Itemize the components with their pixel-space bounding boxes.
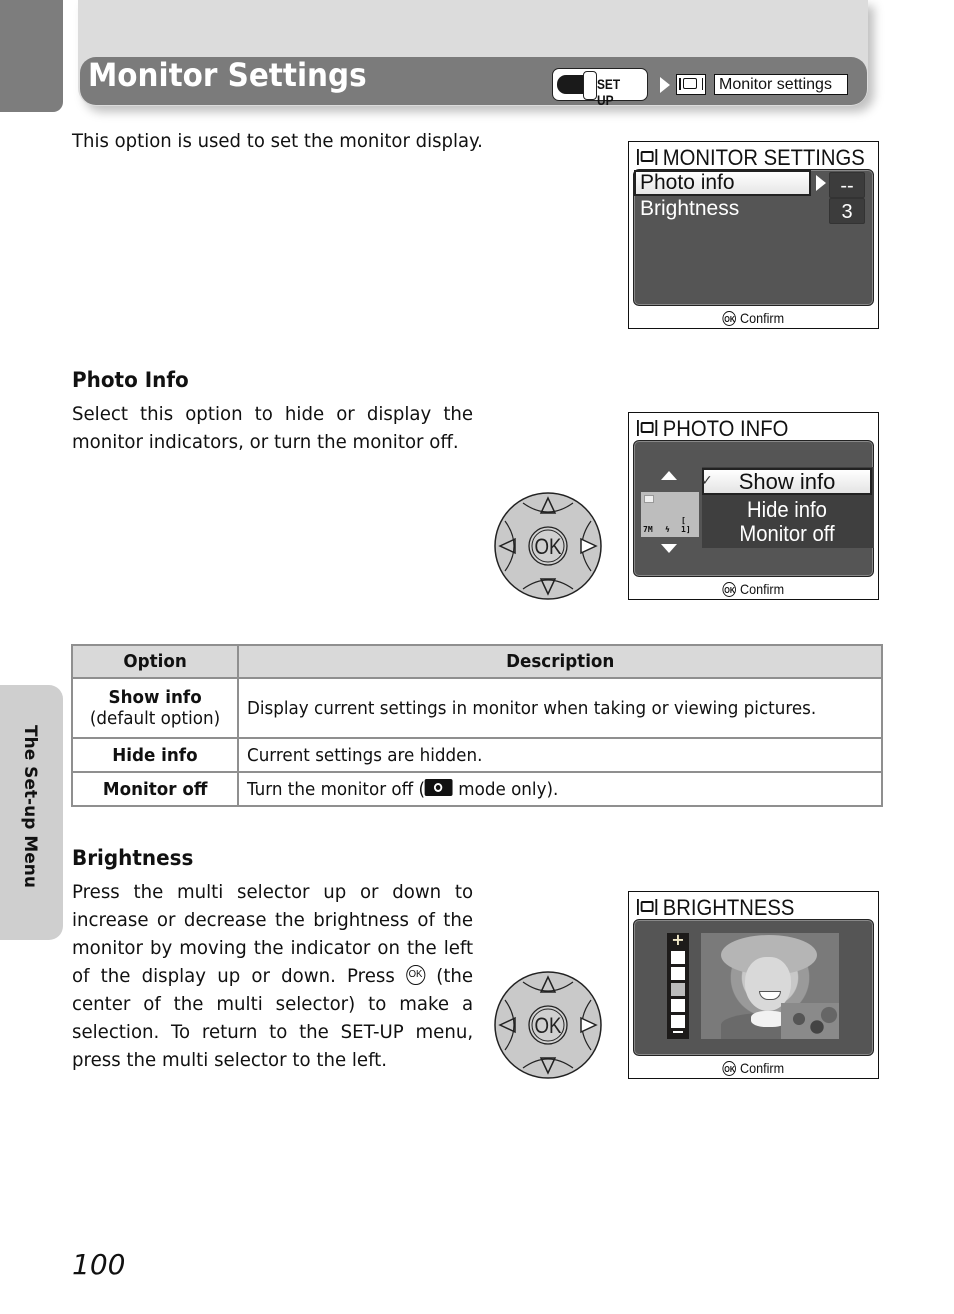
- chapter-label: The Set-up Menu: [20, 725, 40, 888]
- table-row: Monitor off Turn the monitor off ( mode …: [71, 771, 883, 807]
- ok-icon: OK: [405, 964, 426, 985]
- option-cell: Monitor off: [71, 771, 239, 807]
- ok-icon: OK: [722, 311, 737, 326]
- indicator-preview: 7M ϟ [ 1]: [641, 492, 699, 537]
- camera-icon: [644, 495, 654, 503]
- menu-item-photo-info[interactable]: Photo info: [634, 170, 811, 196]
- description-cell: Current settings are hidden.: [237, 737, 883, 773]
- column-header-option: Option: [71, 644, 239, 679]
- page-title: Monitor Settings: [88, 56, 367, 94]
- brightness-level-3: [671, 983, 685, 996]
- photo-info-value: --: [829, 172, 865, 198]
- brightness-value: 3: [829, 198, 865, 224]
- ok-icon: OK: [722, 1061, 737, 1076]
- breadcrumb-arrow-icon: [660, 77, 670, 93]
- screen-title: MONITOR SETTINGS: [637, 145, 865, 171]
- brightness-level-1: [671, 1015, 685, 1028]
- down-arrow-icon: [661, 544, 677, 553]
- mode-dial-label: SET UP: [597, 76, 621, 108]
- flash-icon: ϟ: [665, 525, 670, 534]
- options-table: Option Description Show info (default op…: [71, 644, 883, 807]
- option-cell: Show info (default option): [71, 677, 239, 739]
- frame-count-indicator: [ 1]: [681, 516, 691, 534]
- confirm-hint: OK Confirm: [722, 310, 785, 327]
- check-icon: ✓: [701, 473, 713, 489]
- monitor-icon: [637, 149, 658, 166]
- option-name: Hide info: [112, 744, 198, 766]
- option-hide-info[interactable]: Hide info: [709, 497, 865, 523]
- multi-selector-diagram: OK: [494, 971, 602, 1079]
- photo-info-description: Select this option to hide or display th…: [72, 403, 474, 453]
- option-cell: Hide info: [71, 737, 239, 773]
- ok-icon: OK: [722, 582, 737, 597]
- menu-item-brightness[interactable]: Brightness: [640, 197, 739, 221]
- option-name: Monitor off: [102, 778, 208, 800]
- column-header-description: Description: [237, 644, 883, 679]
- multi-selector-diagram: OK: [494, 492, 602, 600]
- brightness-level-2: [671, 999, 685, 1012]
- screen-title: BRIGHTNESS: [637, 895, 794, 921]
- monitor-icon: [676, 74, 706, 95]
- right-arrow-icon: [816, 175, 826, 191]
- confirm-hint: OK Confirm: [722, 581, 785, 598]
- screen-photo-info: PHOTO INFO 7M ϟ [ 1] Show info ✓ Hide in…: [628, 412, 879, 600]
- description-cell: Display current settings in monitor when…: [237, 677, 883, 739]
- plus-icon: +: [671, 930, 685, 949]
- confirm-hint: OK Confirm: [722, 1060, 785, 1077]
- ok-label: OK: [534, 536, 561, 560]
- monitor-icon: [637, 420, 658, 437]
- option-show-info[interactable]: Show info: [702, 468, 872, 495]
- table-row: Show info (default option) Display curre…: [71, 677, 883, 739]
- dial-ridge-icon: [583, 71, 597, 100]
- brightness-level-4: [671, 967, 685, 980]
- screen-brightness: BRIGHTNESS + OK Confirm: [628, 891, 879, 1079]
- table-header-row: Option Description: [71, 644, 883, 679]
- camera-mode-icon: [425, 779, 453, 796]
- breadcrumb-menu-item: Monitor settings: [714, 74, 848, 95]
- table-row: Hide info Current settings are hidden.: [71, 737, 883, 773]
- brightness-description: Press the multi selector up or down to i…: [72, 881, 474, 1071]
- screen-monitor-settings: MONITOR SETTINGS Photo info Brightness -…: [628, 141, 879, 329]
- section-heading-photo-info: Photo Info: [72, 368, 189, 392]
- image-size-indicator: 7M: [643, 525, 653, 534]
- chapter-tab: [0, 0, 63, 112]
- monitor-icon: [637, 899, 658, 916]
- minus-icon: [673, 1031, 683, 1033]
- brightness-level-5: [671, 951, 685, 964]
- option-note: (default option): [89, 708, 221, 729]
- up-arrow-icon: [661, 471, 677, 480]
- screen-title: PHOTO INFO: [637, 416, 788, 442]
- ok-label: OK: [534, 1015, 561, 1039]
- page-number: 100: [72, 1248, 126, 1281]
- option-name: Show info: [108, 687, 202, 708]
- description-cell: Turn the monitor off ( mode only).: [237, 771, 883, 807]
- option-monitor-off[interactable]: Monitor off: [709, 521, 865, 547]
- sample-photo: [701, 933, 839, 1039]
- section-heading-brightness: Brightness: [72, 846, 194, 870]
- intro-text: This option is used to set the monitor d…: [72, 130, 483, 152]
- mode-dial-setup: SET UP: [552, 68, 648, 108]
- brightness-scale[interactable]: +: [667, 930, 689, 1039]
